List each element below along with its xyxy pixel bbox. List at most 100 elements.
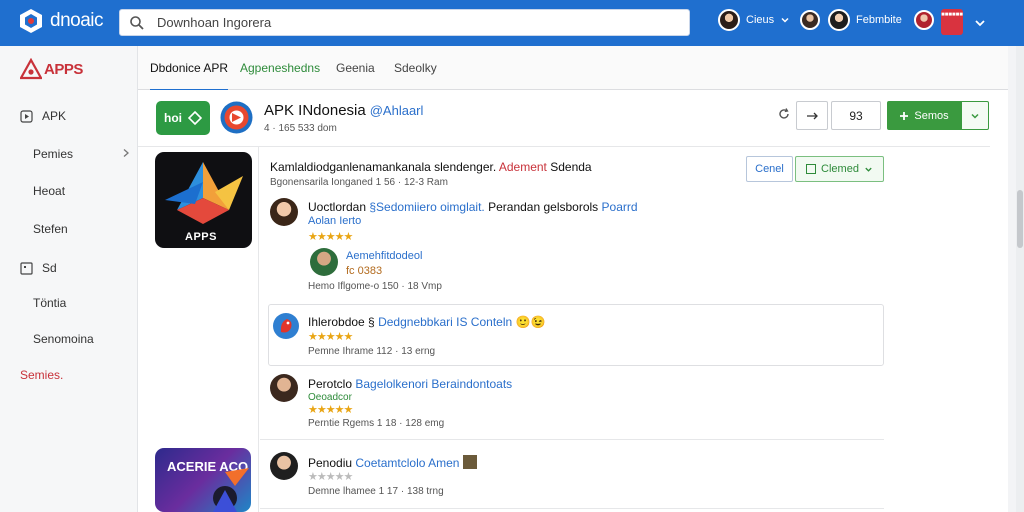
sidebar-item-stefen[interactable]: Stefen [33,222,68,236]
checkbox-icon [806,164,817,174]
headline-text: Kamlaldiodganlenamankanala slendenger. [270,160,497,174]
tab-bar: Dbdonice APR Agpeneshedns Geenia Sdeolky [138,46,1008,91]
tab-geenia[interactable]: Geenia [336,61,375,75]
headline: Kamlaldiodganlenamankanala slendenger. A… [270,160,592,174]
star-rating: ★★★★★ [308,331,353,343]
sidebar-item-senomoina[interactable]: Senomoina [33,332,94,346]
more-button[interactable] [796,101,828,130]
reviewer-avatar[interactable] [270,198,298,226]
sidebar-item-heoat[interactable]: Heoat [33,184,65,198]
user-menu-1[interactable]: Cieus [718,9,790,31]
review-tag: fc 0383 [346,265,383,277]
brand[interactable]: dnoaic [18,8,104,34]
thumbnail-icon [462,455,477,469]
play-box-icon [20,109,33,123]
search-input[interactable] [157,15,677,30]
sidebar-item-apk[interactable]: APK [20,109,66,123]
promo-art-icon [213,468,249,512]
app-icon-label: APPS [185,231,217,243]
headline-meta: Bgonensarila Ionganed 1 56 · 12-3 Ram [270,177,448,188]
sidebar-item-semies[interactable]: Semies. [20,368,63,382]
user-menu-2[interactable]: Febmbite [828,9,902,31]
sidebar: APPS APK Pemies Heoat Stefen Sd Töntia S… [0,46,138,512]
arrows-icon [807,112,818,119]
sidebar-item-tontia[interactable]: Töntia [33,296,66,310]
sidebar-logo-text: APPS [44,60,83,78]
sidebar-item-label: Töntia [33,296,67,310]
review-link[interactable]: Coetamtclolo Amen [355,456,459,470]
sidebar-item-sd[interactable]: Sd [20,261,57,275]
avatar[interactable] [914,10,934,30]
emoji-icon: 🙂😉 [515,315,546,329]
review-meta: Pemne Ihrame 112 · 13 erng [308,346,436,357]
square-icon [20,261,33,275]
sidebar-item-pemies[interactable]: Pemies [33,147,73,161]
primary-action-dropdown[interactable] [961,101,989,130]
star-rating: ★★★★★ [308,231,353,243]
tab-agpeneshedns[interactable]: Agpeneshedns [240,61,320,75]
app-badge-button[interactable]: hoi [156,101,210,135]
app-title: APK INdonesia @Ahlaarl [264,102,423,119]
app-badge-text: hoi [164,111,182,125]
sidebar-item-label: Pemies [33,147,74,161]
cancel-button[interactable]: Cenel [746,156,793,182]
main-content: hoi APK INdonesia @Ahlaarl 4 · 165 533 do… [138,90,1008,512]
divider [138,146,990,147]
chevron-down-icon [971,113,979,119]
apps-logo-icon [20,58,42,80]
review-link[interactable]: §Sedomiiero oimglait. [369,200,484,214]
sidebar-item-label: Senomoina [33,332,94,346]
app-round-logo-icon[interactable] [220,101,253,134]
parrot-avatar-icon[interactable] [272,312,300,340]
count-button[interactable]: 93 [831,101,881,130]
review-title: Perotclo Bagelolkenori Beraindontoats [308,377,512,391]
search-box[interactable] [119,9,690,36]
review-link[interactable]: Poarrd [602,200,638,214]
reviewer-avatar[interactable] [270,374,298,402]
reviewer-name: Ihlerobdoe § [308,315,375,329]
claimed-button[interactable]: Clemed [795,156,884,182]
brand-logo-icon [20,9,42,33]
review-title: Uoctlordan §Sedomiiero oimglait. Peranda… [308,200,638,214]
scrollbar-track[interactable] [1016,46,1024,512]
promo-app-icon[interactable]: ACERIE ACO [155,448,251,512]
reviewer-avatar[interactable] [270,452,298,480]
scrollbar-thumb[interactable] [1017,190,1023,248]
review-title: Penodiu Coetamtclolo Amen [308,455,477,470]
sidebar-item-label: Semies. [20,368,64,382]
headline-tail: Sdenda [550,160,592,174]
chevron-down-icon [865,167,872,172]
refresh-icon[interactable] [778,108,790,120]
divider [258,147,259,512]
primary-action-label: Semos [914,109,949,122]
sidebar-logo[interactable]: APPS [20,58,83,80]
plus-icon [900,111,909,120]
primary-action-button[interactable]: Semos [887,101,961,130]
tab-dbdonice-apr[interactable]: Dbdonice APR [150,61,229,91]
search-icon [130,15,144,30]
chevron-down-icon[interactable] [973,16,987,30]
star-rating: ★★★★★ [308,471,353,483]
sidebar-item-label: Heoat [33,184,66,198]
app-icon[interactable]: APPS [155,152,252,248]
chevron-right-icon[interactable] [121,148,131,158]
app-handle[interactable]: @Ahlaarl [370,103,424,118]
chevron-down-icon [781,17,789,23]
reviewer-avatar[interactable] [310,248,338,276]
app-subtitle: 4 · 165 533 dom [264,123,337,134]
star-rating: ★★★★★ [308,404,353,416]
claimed-label: Clemed [821,163,859,175]
review-text: Perandan gelsborols [488,200,599,214]
review-link[interactable]: Bagelolkenori Beraindontoats [355,377,512,391]
avatar[interactable] [800,10,820,30]
review-meta: Demne lhamee 1 17 · 138 trng [308,486,444,497]
reviewer-name[interactable]: Aemehfitdodeol [346,250,422,262]
review-meta: Hemo Iflgome-o 150 · 18 Vmp [308,281,442,292]
review-meta: Perntie Rgems 1 18 · 128 emg [308,418,445,429]
headline-highlight[interactable]: Adement [499,160,547,174]
notification-badge[interactable]: ■■■■■■ [941,9,963,35]
review-tag[interactable]: Aolan Ierto [308,215,361,227]
tab-sdeolky[interactable]: Sdeolky [394,61,437,75]
top-bar: dnoaic Cieus Febmbite ■■■■■■ [0,0,1024,46]
review-link[interactable]: Dedgnebbkari IS Conteln [378,315,512,329]
